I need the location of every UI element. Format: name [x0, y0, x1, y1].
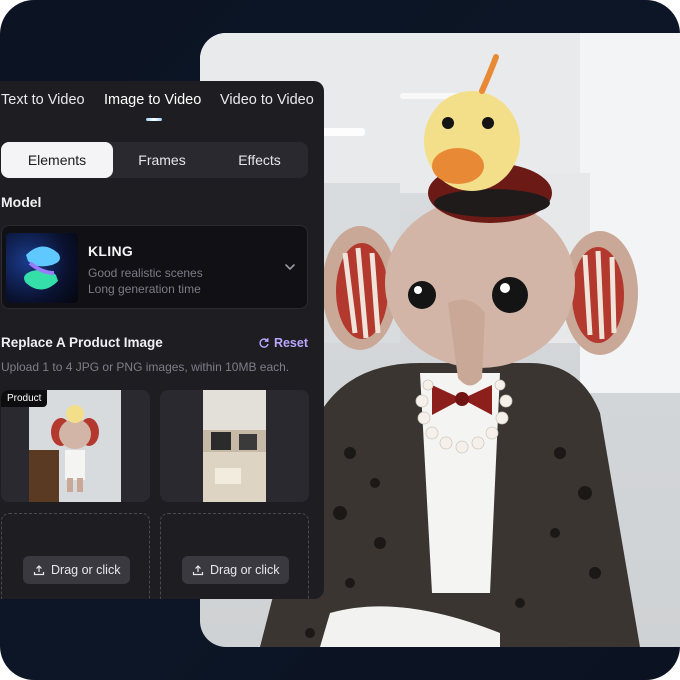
- generation-panel: Text to Video Image to Video Video to Vi…: [0, 81, 324, 599]
- office-thumbnail: [203, 390, 266, 502]
- image-slot-2[interactable]: [160, 390, 309, 502]
- mode-tabs: Text to Video Image to Video Video to Vi…: [0, 81, 324, 125]
- reset-icon: [259, 338, 269, 348]
- tab-effects[interactable]: Effects: [211, 142, 308, 178]
- active-tab-indicator: [146, 118, 162, 121]
- kling-logo-icon: [6, 233, 78, 303]
- tab-image-to-video[interactable]: Image to Video: [104, 92, 201, 108]
- upload-icon: [33, 565, 45, 576]
- chevron-down-icon[interactable]: [283, 260, 297, 274]
- upload-button-1[interactable]: Drag or click: [23, 556, 131, 584]
- tab-elements[interactable]: Elements: [1, 142, 113, 178]
- tab-text-to-video[interactable]: Text to Video: [1, 92, 85, 108]
- tab-video-to-video[interactable]: Video to Video: [220, 92, 314, 108]
- reset-label: Reset: [273, 336, 308, 350]
- upload-hint: Upload 1 to 4 JPG or PNG images, within …: [1, 360, 290, 374]
- app-frame: Text to Video Image to Video Video to Vi…: [0, 0, 680, 680]
- product-tag: Product: [1, 390, 48, 407]
- upload-button-2[interactable]: Drag or click: [182, 556, 290, 584]
- upload-slot-1[interactable]: Drag or click: [1, 513, 150, 599]
- upload-icon: [192, 565, 204, 576]
- tab-frames[interactable]: Frames: [113, 142, 211, 178]
- model-selector[interactable]: KLING Good realistic scenes Long generat…: [1, 225, 308, 309]
- model-description-2: Long generation time: [88, 282, 201, 296]
- model-name: KLING: [88, 243, 134, 259]
- model-section-label: Model: [1, 194, 42, 210]
- upload-label-1: Drag or click: [51, 563, 121, 577]
- model-description-1: Good realistic scenes: [88, 266, 203, 280]
- replace-product-title: Replace A Product Image: [1, 335, 163, 350]
- upload-label-2: Drag or click: [210, 563, 280, 577]
- upload-slot-2[interactable]: Drag or click: [160, 513, 309, 599]
- reset-button[interactable]: Reset: [258, 336, 308, 350]
- sub-tabs: Elements Frames Effects: [1, 142, 308, 178]
- image-slot-1[interactable]: Product: [1, 390, 150, 502]
